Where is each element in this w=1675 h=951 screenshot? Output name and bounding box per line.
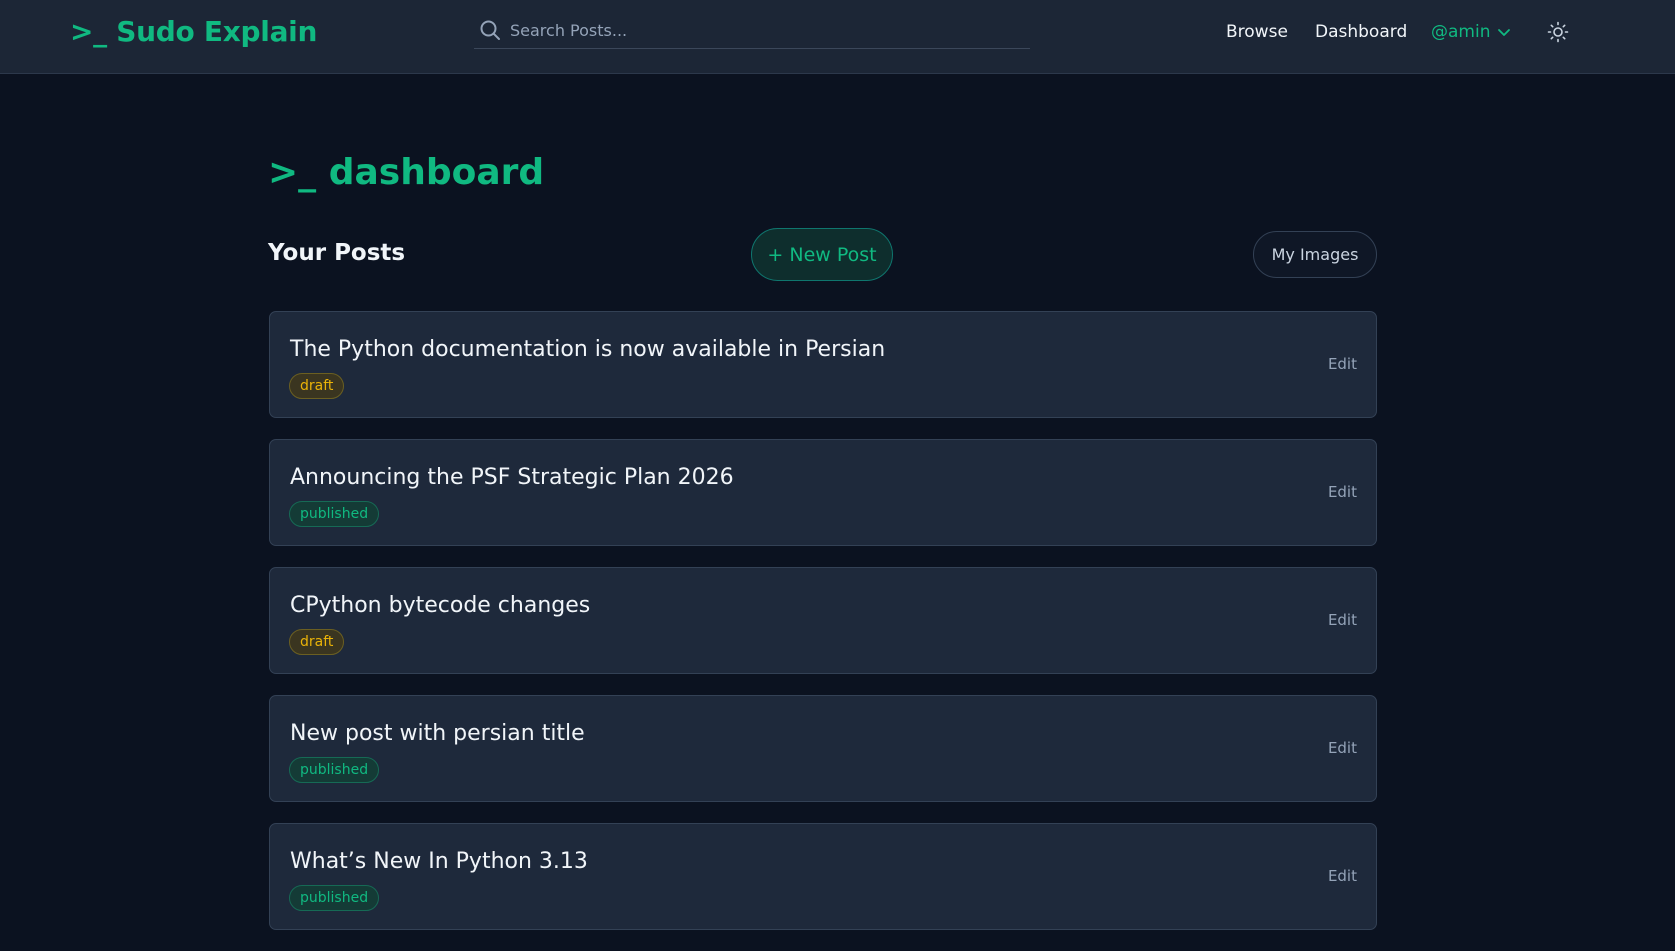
- post-list: The Python documentation is now availabl…: [269, 311, 1377, 951]
- new-post-button[interactable]: + New Post: [751, 228, 893, 281]
- post-title[interactable]: New post with persian title: [290, 720, 585, 748]
- chevron-down-icon: [1498, 29, 1511, 36]
- search-bar: [474, 12, 1030, 49]
- top-navbar: >_ Sudo Explain Browse Dashboard @amin: [0, 0, 1675, 74]
- edit-link[interactable]: Edit: [1328, 354, 1357, 374]
- nav-link-dashboard[interactable]: Dashboard: [1315, 20, 1407, 44]
- status-badge: published: [289, 885, 380, 911]
- status-badge: draft: [289, 629, 345, 655]
- post-card: What’s New In Python 3.13 published Edit: [269, 823, 1377, 930]
- post-title[interactable]: The Python documentation is now availabl…: [290, 336, 885, 364]
- search-input[interactable]: [510, 16, 1020, 44]
- status-badge: published: [289, 757, 380, 783]
- nav-link-browse[interactable]: Browse: [1226, 20, 1288, 44]
- post-card: Announcing the PSF Strategic Plan 2026 p…: [269, 439, 1377, 546]
- post-title[interactable]: CPython bytecode changes: [290, 592, 590, 620]
- edit-link[interactable]: Edit: [1328, 866, 1357, 886]
- post-card: CPython bytecode changes draft Edit: [269, 567, 1377, 674]
- edit-link[interactable]: Edit: [1328, 482, 1357, 502]
- edit-link[interactable]: Edit: [1328, 738, 1357, 758]
- sun-icon[interactable]: [1546, 20, 1570, 44]
- user-menu-label: @amin: [1431, 22, 1491, 42]
- user-menu[interactable]: @amin: [1431, 20, 1512, 44]
- search-icon: [480, 20, 500, 40]
- post-card: The Python documentation is now availabl…: [269, 311, 1377, 418]
- my-images-button[interactable]: My Images: [1253, 231, 1377, 278]
- section-title: Your Posts: [268, 240, 406, 266]
- edit-link[interactable]: Edit: [1328, 610, 1357, 630]
- page-title: >_ dashboard: [268, 152, 545, 193]
- post-title[interactable]: Announcing the PSF Strategic Plan 2026: [290, 464, 734, 492]
- status-badge: draft: [289, 373, 345, 399]
- post-card: New post with persian title published Ed…: [269, 695, 1377, 802]
- site-logo[interactable]: >_ Sudo Explain: [70, 14, 317, 50]
- status-badge: published: [289, 501, 380, 527]
- post-title[interactable]: What’s New In Python 3.13: [290, 848, 588, 876]
